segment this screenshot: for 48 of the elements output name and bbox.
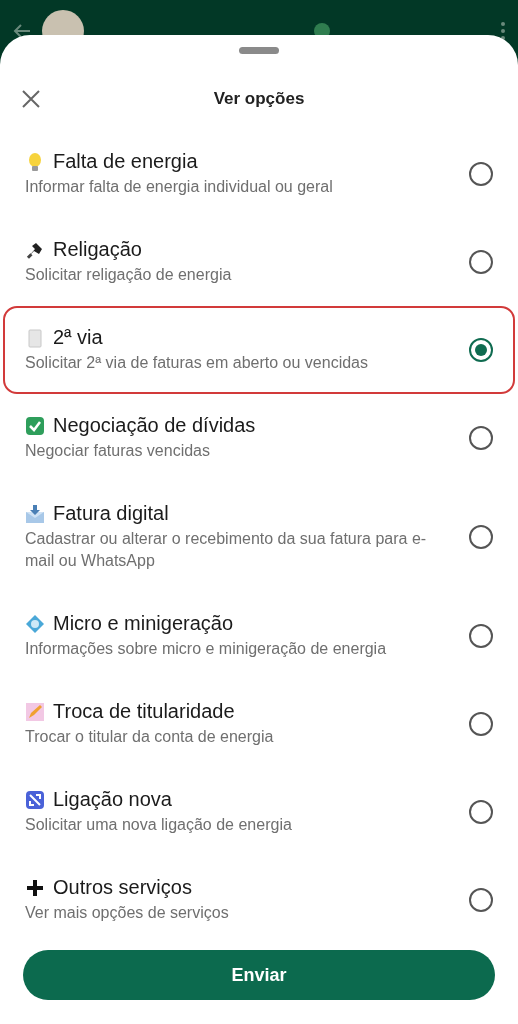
check-icon [25, 415, 45, 436]
option-description: Trocar o titular da conta de energia [25, 727, 275, 747]
option-item[interactable]: Falta de energia Informar falta de energia individual ou geral [3, 130, 515, 218]
radio-button[interactable] [469, 162, 493, 186]
option-title: Micro e minigeração [53, 612, 234, 635]
option-item[interactable]: Fatura digital Cadastrar ou alterar o recebimento da sua fatura para e-mail ou WhatsApp [3, 482, 515, 592]
arrows-icon [25, 789, 45, 810]
option-title: Outros serviços [53, 876, 192, 899]
option-title: Falta de energia [53, 150, 198, 173]
option-description: Negociar faturas vencidas [25, 441, 211, 461]
radio-button[interactable] [469, 800, 493, 824]
option-item[interactable]: Ligação nova Solicitar uma nova ligação de energia [3, 768, 515, 856]
option-title: Ligação nova [53, 788, 172, 811]
option-description: Informar falta de energia individual ou geral [25, 177, 334, 197]
option-description: Solicitar 2ª via de faturas em aberto ou vencidas [25, 353, 369, 373]
option-description: Informações sobre micro e minigeração de energia [25, 639, 388, 659]
diamond-icon [25, 613, 45, 634]
option-item[interactable]: Religação Solicitar religação de energia [3, 218, 515, 306]
option-description: Solicitar uma nova ligação de energia [25, 815, 293, 835]
option-title: Religação [53, 238, 142, 261]
option-item[interactable]: 2ª via Solicitar 2ª via de faturas em aberto ou vencidas [3, 306, 515, 394]
option-title: Fatura digital [53, 502, 169, 525]
option-title: Negociação de dívidas [53, 414, 256, 437]
radio-button[interactable] [469, 888, 493, 912]
option-description: Cadastrar ou alterar o recebimento da sua fatura para e-mail ou WhatsApp [25, 529, 428, 571]
radio-button[interactable] [469, 338, 493, 362]
option-item[interactable]: Outros serviços Ver mais opções de serviços [3, 856, 515, 944]
sheet-title: Ver opções [213, 89, 305, 108]
option-title: Troca de titularidade [53, 700, 235, 723]
option-description: Solicitar religação de energia [25, 265, 233, 285]
radio-button[interactable] [469, 426, 493, 450]
option-item[interactable]: Micro e minigeração Informações sobre micro e minigeração de energia [3, 592, 515, 680]
plus-icon [25, 877, 45, 898]
option-item[interactable]: Troca de titularidade Trocar o titular da conta de energia [3, 680, 515, 768]
pencil-icon [25, 701, 45, 722]
option-item[interactable]: Negociação de dívidas Negociar faturas vencidas [3, 394, 515, 482]
radio-button[interactable] [469, 525, 493, 549]
radio-button[interactable] [469, 250, 493, 274]
radio-button[interactable] [469, 712, 493, 736]
envelope-icon [25, 503, 45, 524]
menu-icon[interactable] [500, 21, 506, 41]
drag-handle[interactable] [239, 47, 279, 54]
page-icon [25, 327, 45, 348]
option-description: Ver mais opções de serviços [25, 903, 230, 923]
option-title: 2ª via [53, 326, 103, 349]
radio-button[interactable] [469, 624, 493, 648]
send-button[interactable]: Enviar [23, 950, 495, 1000]
close-icon[interactable] [20, 88, 42, 110]
